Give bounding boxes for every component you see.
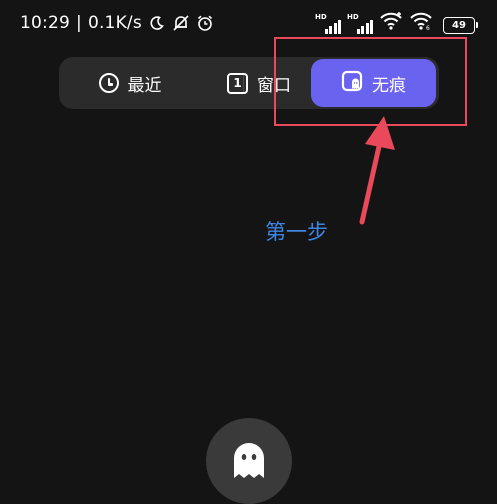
- ghost-icon: [231, 438, 267, 484]
- wifi-icon: [379, 12, 403, 34]
- network-speed: 0.1K/s: [87, 13, 142, 33]
- mute-icon: [172, 14, 190, 32]
- battery-level: 49: [452, 20, 466, 31]
- highlight-box: [274, 37, 467, 126]
- svg-text:6: 6: [426, 25, 430, 30]
- status-left: 10:29 | 0.1K/s: [20, 13, 214, 33]
- tab-recent[interactable]: 最近: [75, 57, 185, 109]
- status-right: HD HD 6 49: [315, 12, 478, 34]
- wifi-6-icon: 6: [409, 12, 433, 34]
- alarm-icon: [196, 14, 214, 32]
- incognito-fab[interactable]: [206, 418, 292, 504]
- clock-icon: [98, 73, 119, 93]
- signal-hd-icon: HD: [315, 13, 341, 34]
- tab-recent-label: 最近: [127, 75, 162, 96]
- status-time: 10:29: [20, 13, 70, 33]
- signal-hd-icon: HD: [347, 13, 373, 34]
- status-separator: |: [76, 13, 82, 33]
- battery-icon: 49: [443, 17, 478, 34]
- moon-icon: [148, 14, 166, 32]
- step-label: 第一步: [265, 220, 328, 244]
- window-count-icon: 1: [227, 72, 248, 94]
